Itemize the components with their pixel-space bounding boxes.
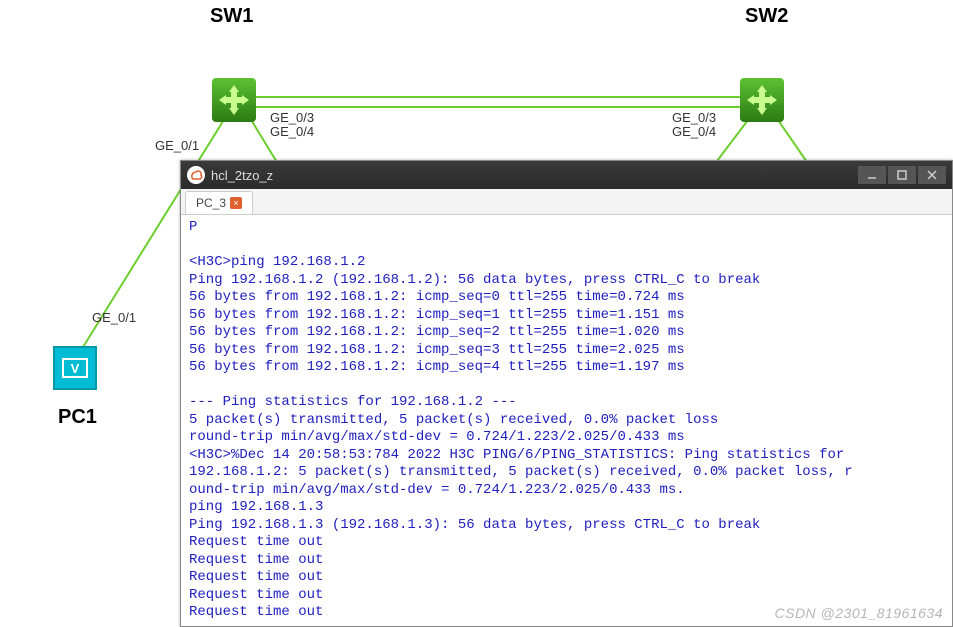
tab-close-icon[interactable]: × (230, 197, 242, 209)
maximize-icon (897, 170, 907, 180)
window-title: hcl_2tzo_z (211, 168, 856, 183)
monitor-icon: V (62, 358, 88, 378)
tab-pc3[interactable]: PC_3 × (185, 191, 253, 214)
port-label-sw1-ge01: GE_0/1 (155, 138, 199, 153)
pc1-device[interactable]: V (53, 346, 97, 390)
port-label-sw2-ge04: GE_0/4 (672, 124, 716, 139)
close-button[interactable] (918, 166, 946, 184)
terminal-output[interactable]: P <H3C>ping 192.168.1.2 Ping 192.168.1.2… (181, 215, 952, 626)
minimize-button[interactable] (858, 166, 886, 184)
sw2-label: SW2 (745, 5, 788, 28)
app-logo-icon (187, 166, 205, 184)
sw1-device[interactable] (212, 78, 256, 122)
port-label-pc1-ge01: GE_0/1 (92, 310, 136, 325)
close-icon (927, 170, 937, 180)
tab-label: PC_3 (196, 196, 226, 210)
watermark: CSDN @2301_81961634 (775, 605, 944, 621)
port-label-sw1-ge04: GE_0/4 (270, 124, 314, 139)
tab-bar[interactable]: PC_3 × (181, 189, 952, 215)
sw2-device[interactable] (740, 78, 784, 122)
pc1-label: PC1 (58, 406, 97, 429)
titlebar[interactable]: hcl_2tzo_z (181, 161, 952, 189)
topology-canvas[interactable]: SW1 SW2 V (0, 0, 953, 627)
port-label-sw1-ge03: GE_0/3 (270, 110, 314, 125)
switch-arrows-icon (745, 83, 779, 117)
maximize-button[interactable] (888, 166, 916, 184)
terminal-window[interactable]: hcl_2tzo_z PC_3 × P <H3C>ping 192.168.1.… (180, 160, 953, 627)
minimize-icon (867, 170, 877, 180)
switch-arrows-icon (217, 83, 251, 117)
sw1-label: SW1 (210, 5, 253, 28)
port-label-sw2-ge03: GE_0/3 (672, 110, 716, 125)
